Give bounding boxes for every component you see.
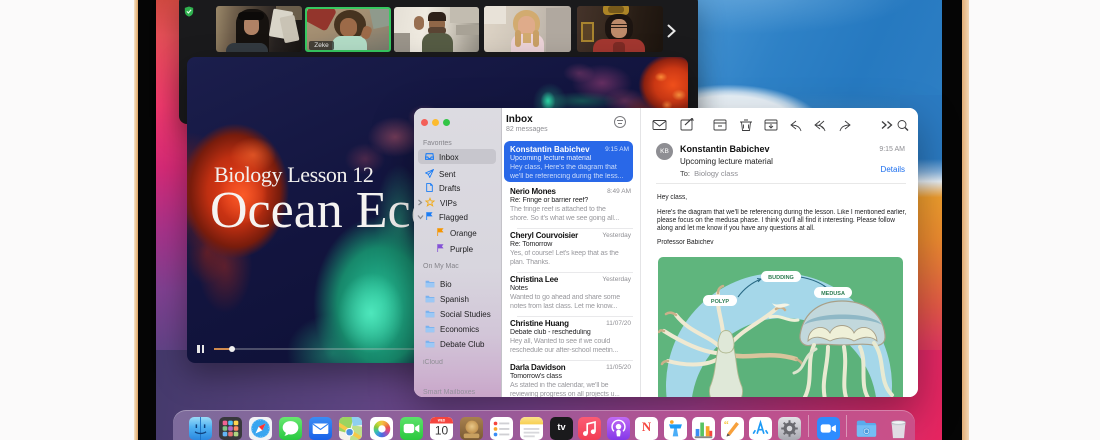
svg-text:POLYP: POLYP	[710, 299, 728, 305]
svg-text:MEDUSA: MEDUSA	[821, 291, 845, 297]
svg-text:“: “	[723, 420, 728, 431]
svg-text:BUDDING: BUDDING	[768, 275, 794, 281]
